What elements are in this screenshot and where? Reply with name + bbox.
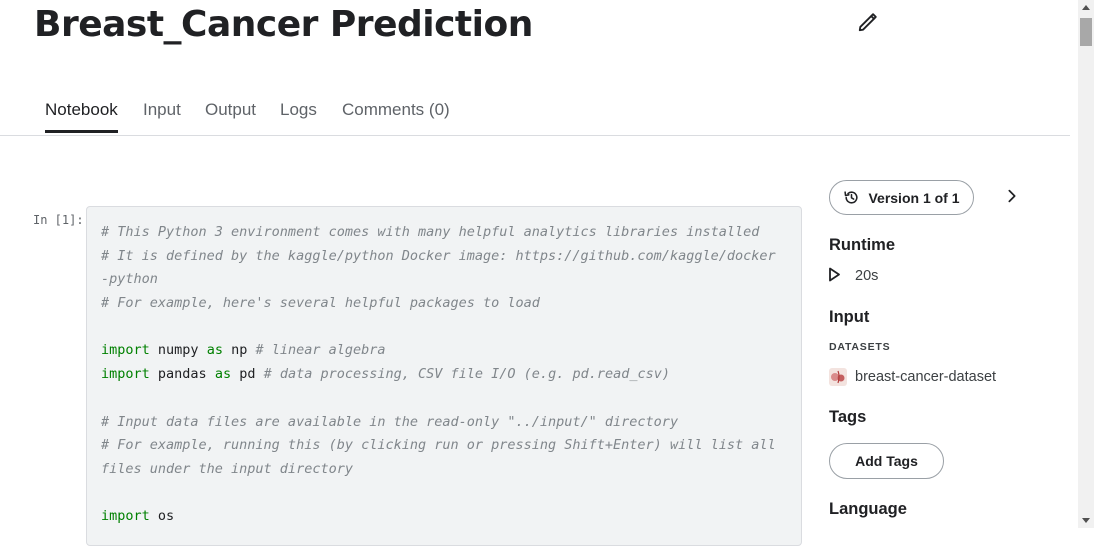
vertical-scrollbar[interactable]	[1078, 0, 1094, 528]
history-icon	[844, 191, 859, 204]
version-label: Version 1 of 1	[868, 189, 960, 206]
tab-notebook[interactable]: Notebook	[45, 100, 118, 133]
page-title: Breast_Cancer Prediction	[34, 4, 533, 45]
code-line: import os	[101, 508, 175, 525]
version-button[interactable]: Version 1 of 1	[829, 180, 974, 215]
tab-output[interactable]: Output	[205, 100, 256, 133]
cell-prompt: In [1]:	[33, 213, 84, 227]
runtime-value: 20s	[855, 268, 879, 284]
notebook-tabs: Notebook Input Output Logs Comments (0)	[0, 88, 1070, 136]
datasets-label: DATASETS	[829, 341, 891, 353]
next-version-button[interactable]	[1000, 184, 1024, 208]
code-line: # Input data files are available in the …	[101, 413, 679, 430]
runtime-heading: Runtime	[829, 236, 895, 254]
chevron-right-icon	[1008, 189, 1016, 203]
code-line: import pandas as pd # data processing, C…	[101, 366, 670, 383]
tab-logs[interactable]: Logs	[280, 100, 317, 133]
code-line: files under the input directory	[101, 460, 353, 477]
language-heading: Language	[829, 500, 907, 518]
code-cell[interactable]: # This Python 3 environment comes with m…	[86, 206, 802, 546]
input-heading: Input	[829, 308, 870, 326]
code-line: # For example, running this (by clicking…	[101, 437, 776, 454]
pencil-icon	[858, 13, 877, 32]
add-tags-button[interactable]: Add Tags	[829, 443, 944, 479]
dataset-link[interactable]: breast-cancer-dataset	[855, 369, 996, 385]
scroll-down-arrow[interactable]	[1078, 514, 1094, 528]
code-line: -python	[101, 271, 158, 288]
scroll-thumb[interactable]	[1080, 18, 1092, 46]
code-line: # For example, here's several helpful pa…	[101, 295, 540, 312]
tab-comments[interactable]: Comments (0)	[342, 100, 450, 133]
edit-title-button[interactable]	[856, 10, 880, 34]
play-icon	[829, 267, 840, 282]
tags-heading: Tags	[829, 408, 867, 426]
code-line: # It is defined by the kaggle/python Doc…	[101, 247, 776, 264]
tab-input[interactable]: Input	[143, 100, 181, 133]
scroll-up-arrow[interactable]	[1078, 0, 1094, 14]
code-line: # This Python 3 environment comes with m…	[101, 224, 760, 240]
code-line: import numpy as np # linear algebra	[101, 342, 386, 359]
dataset-thumbnail	[829, 368, 847, 386]
